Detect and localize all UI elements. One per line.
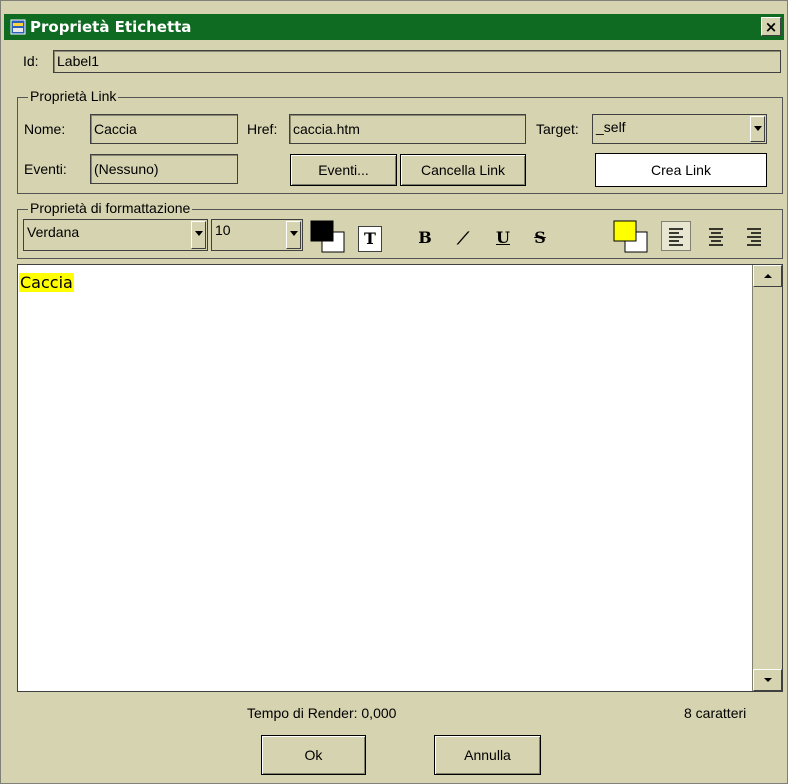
strikethrough-icon[interactable]: S — [529, 226, 551, 250]
format-group-legend: Proprietà di formattazione — [28, 200, 193, 216]
nome-label: Nome: — [24, 121, 66, 137]
dialog-window: Proprietà Etichetta × Id: Label1 Proprie… — [0, 0, 788, 784]
href-field[interactable]: caccia.htm — [289, 114, 526, 144]
cancel-button[interactable]: Annulla — [434, 735, 541, 775]
nome-field[interactable]: Caccia — [90, 114, 238, 144]
eventi-field: (Nessuno) — [90, 154, 238, 184]
text-style-icon[interactable]: T — [358, 226, 382, 252]
align-center-icon[interactable] — [701, 221, 731, 251]
editor-content[interactable]: Caccia — [19, 273, 74, 292]
align-right-icon[interactable] — [739, 221, 769, 251]
bold-icon[interactable]: B — [414, 226, 436, 250]
eventi-label: Eventi: — [24, 161, 67, 177]
align-left-icon[interactable] — [661, 221, 691, 251]
app-icon — [10, 19, 26, 35]
target-select[interactable]: _self — [592, 114, 767, 144]
text-color-icon[interactable] — [310, 220, 354, 254]
link-group-legend: Proprietà Link — [28, 88, 119, 104]
cancella-link-button[interactable]: Cancella Link — [400, 154, 526, 186]
window-title: Proprietà Etichetta — [30, 18, 192, 36]
target-label: Target: — [536, 121, 579, 137]
underline-icon[interactable]: U — [492, 226, 514, 250]
id-label: Id: — [23, 53, 39, 69]
href-label: Href: — [247, 121, 278, 137]
eventi-button[interactable]: Eventi... — [290, 154, 397, 186]
chevron-down-icon[interactable] — [286, 221, 301, 249]
label-text-editor[interactable]: Caccia — [17, 264, 783, 692]
font-size-value: 10 — [215, 222, 231, 238]
chevron-down-icon[interactable] — [750, 116, 765, 142]
char-count-text: 8 caratteri — [684, 705, 747, 721]
font-size-select[interactable]: 10 — [211, 219, 303, 251]
vertical-scrollbar[interactable] — [752, 265, 782, 691]
ok-button[interactable]: Ok — [261, 735, 366, 775]
render-time-text: Tempo di Render: 0,000 — [247, 705, 397, 721]
font-family-select[interactable]: Verdana — [23, 219, 208, 251]
scroll-down-arrow-icon[interactable] — [753, 669, 782, 691]
scroll-up-arrow-icon[interactable] — [753, 265, 782, 287]
chevron-down-icon[interactable] — [191, 221, 206, 249]
close-button[interactable]: × — [761, 17, 781, 36]
highlight-color-icon[interactable] — [613, 220, 657, 254]
id-field[interactable]: Label1 — [53, 50, 781, 73]
title-bar[interactable]: Proprietà Etichetta × — [4, 14, 784, 40]
crea-link-button[interactable]: Crea Link — [595, 153, 767, 187]
target-value: _self — [596, 119, 626, 135]
font-family-value: Verdana — [27, 224, 80, 240]
